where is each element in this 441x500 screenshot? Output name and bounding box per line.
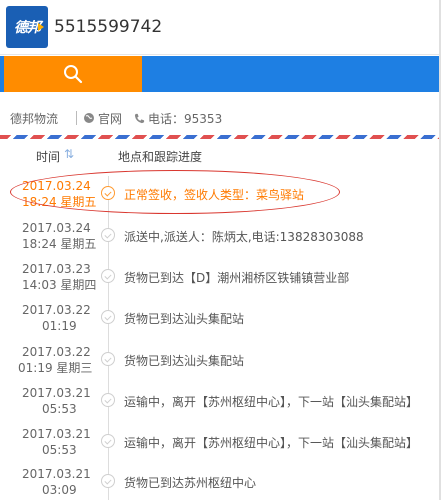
location-column-header: 地点和跟踪进度 — [118, 150, 203, 164]
event-time: 05:53 — [42, 402, 77, 416]
event-datetime: 2017.03.21 05:53 — [22, 426, 102, 458]
timeline-dot-icon — [101, 474, 115, 488]
website-label: 官网 — [98, 111, 123, 126]
event-datetime: 2017.03.21 03:09 — [22, 466, 102, 498]
tracking-number-input[interactable] — [54, 8, 434, 46]
tracking-event: 2017.03.24 18:24 星期五 正常签收，签收人类型：菜鸟驿站 — [0, 176, 441, 214]
phone-icon — [134, 113, 145, 123]
timeline-dot-icon — [101, 269, 115, 283]
tracking-event: 2017.03.24 18:24 星期五 派送中,派送人：陈炳太,电话:1382… — [0, 218, 441, 256]
event-time: 03:09 — [42, 483, 77, 497]
phone-label: 电话：95353 — [148, 111, 223, 126]
tracking-event: 2017.03.21 05:53 运输中，离开【苏州枢纽中心】，下一站【汕头集配… — [0, 383, 441, 421]
tracking-list-header: 时间 ⇅ 地点和跟踪进度 — [0, 143, 441, 169]
event-time: 18:24 星期五 — [22, 237, 97, 251]
event-description: 货物已到达苏州枢纽中心 — [124, 476, 257, 490]
event-description: 货物已到达汕头集配站 — [124, 312, 245, 326]
phone-info: 电话：95353 — [134, 110, 222, 127]
event-description: 运输中，离开【苏州枢纽中心】，下一站【汕头集配站】 — [124, 395, 419, 409]
company-name: 德邦物流 — [10, 111, 59, 126]
event-description: 正常签收，签收人类型：菜鸟驿站 — [124, 188, 305, 202]
sort-icon[interactable]: ⇅ — [64, 147, 74, 161]
event-description: 货物已到达汕头集配站 — [124, 354, 245, 368]
airmail-border — [0, 135, 441, 139]
tracking-event: 2017.03.21 05:53 运输中，离开【苏州枢纽中心】，下一站【汕头集配… — [0, 424, 441, 462]
event-time: 01:19 — [42, 319, 77, 333]
event-date: 2017.03.22 — [22, 345, 91, 359]
search-button-row — [0, 56, 441, 92]
event-datetime: 2017.03.22 01:19 — [22, 302, 102, 334]
event-date: 2017.03.22 — [22, 303, 91, 317]
search-bar: 德邦 — [0, 0, 441, 55]
event-datetime: 2017.03.24 18:24 星期五 — [22, 178, 102, 210]
globe-icon — [84, 113, 95, 123]
event-date: 2017.03.23 — [22, 262, 91, 276]
search-button[interactable] — [4, 56, 142, 92]
event-date: 2017.03.24 — [22, 179, 91, 193]
event-time: 18:24 星期五 — [22, 195, 97, 209]
search-icon — [64, 65, 83, 84]
timeline-dot-icon — [101, 310, 115, 324]
logo-arrow-icon — [38, 23, 44, 31]
website-link[interactable]: 官网 — [83, 110, 122, 127]
event-datetime: 2017.03.21 05:53 — [22, 385, 102, 417]
event-time: 01:19 星期三 — [18, 361, 93, 375]
event-date: 2017.03.21 — [22, 427, 91, 441]
timeline-dot-icon — [101, 393, 115, 407]
event-time: 14:03 星期四 — [22, 278, 97, 292]
timeline-dot-icon — [101, 352, 115, 366]
company-info: 德邦物流 官网 电话：95353 — [0, 104, 441, 132]
divider — [76, 111, 78, 125]
logo-text: 德邦 — [14, 20, 41, 36]
event-description: 派送中,派送人：陈炳太,电话:13828303088 — [124, 230, 364, 244]
timeline-dot-icon — [101, 434, 115, 448]
tracking-event: 2017.03.23 14:03 星期四 货物已到达【D】潮州湘桥区铁铺镇营业部 — [0, 259, 441, 297]
deppon-logo[interactable]: 德邦 — [6, 6, 48, 48]
event-time: 05:53 — [42, 443, 77, 457]
check-circle-icon — [101, 186, 115, 200]
tracking-event: 2017.03.22 01:19 货物已到达汕头集配站 — [0, 300, 441, 338]
event-date: 2017.03.21 — [22, 467, 91, 481]
event-datetime: 2017.03.24 18:24 星期五 — [22, 220, 102, 252]
event-description: 货物已到达【D】潮州湘桥区铁铺镇营业部 — [124, 271, 350, 285]
tracking-event: 2017.03.22 01:19 星期三 货物已到达汕头集配站 — [0, 342, 441, 380]
event-date: 2017.03.21 — [22, 386, 91, 400]
time-column-header[interactable]: 时间 — [36, 148, 60, 165]
event-date: 2017.03.24 — [22, 221, 91, 235]
event-datetime: 2017.03.22 01:19 星期三 — [18, 344, 102, 376]
tracking-event: 2017.03.21 03:09 货物已到达苏州枢纽中心 — [0, 464, 441, 500]
event-datetime: 2017.03.23 14:03 星期四 — [22, 261, 102, 293]
timeline-dot-icon — [101, 228, 115, 242]
event-description: 运输中，离开【苏州枢纽中心】，下一站【汕头集配站】 — [124, 436, 419, 450]
